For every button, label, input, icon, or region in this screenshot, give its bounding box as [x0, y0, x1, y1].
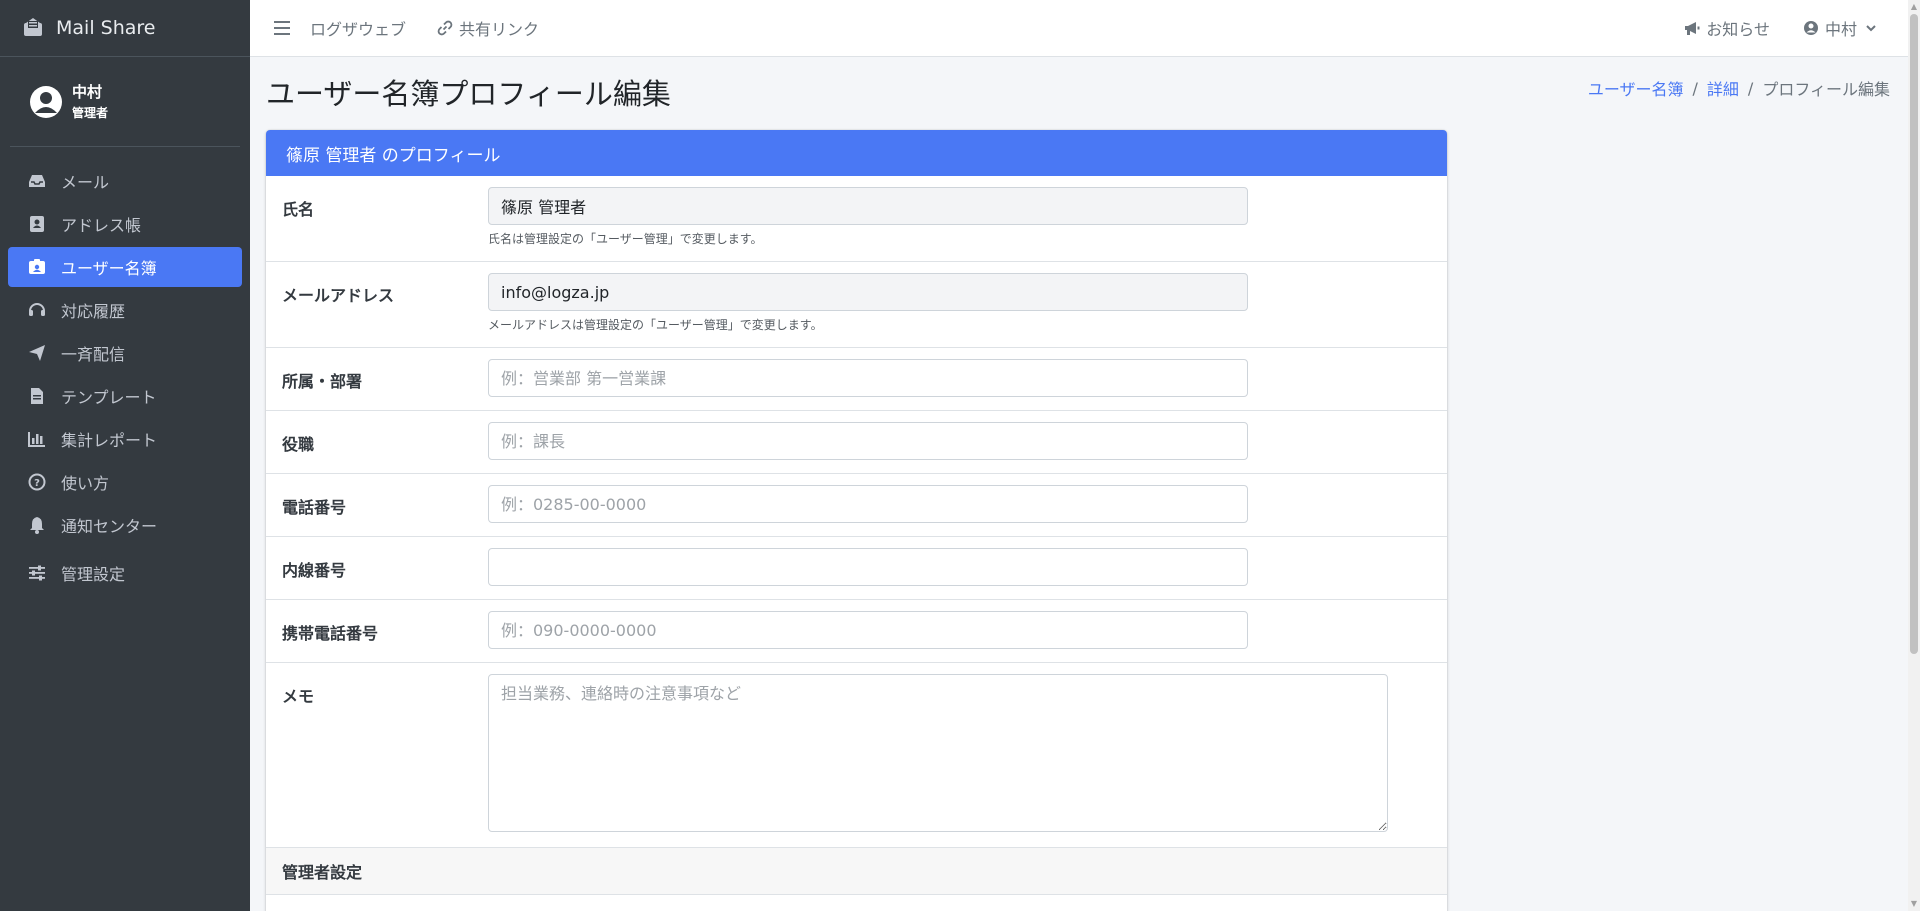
mobile-input[interactable] — [488, 611, 1248, 649]
id-badge-icon — [27, 257, 47, 277]
form-row-name: 氏名 氏名は管理設定の「ユーザー管理」で変更します。 — [266, 176, 1447, 262]
email-label: メールアドレス — [282, 286, 395, 305]
brand-name: Mail Share — [56, 17, 156, 39]
paper-plane-icon — [27, 343, 47, 363]
address-book-icon — [27, 214, 47, 234]
phone-input[interactable] — [488, 485, 1248, 523]
form-row-position: 役職 — [266, 411, 1447, 474]
user-name: 中村 — [72, 82, 103, 101]
sidebar-item-label: 使い方 — [61, 474, 110, 493]
topbar-link-shared-link[interactable]: 共有リンク — [436, 16, 539, 40]
breadcrumb-separator: / — [1692, 78, 1698, 98]
sidebar-item-user-directory[interactable]: ユーザー名簿 — [8, 247, 242, 287]
extension-label: 内線番号 — [282, 561, 347, 580]
sidebar: Mail Share 中村 管理者 メール アドレス帳 ユーザー名簿 対応履歴 — [0, 0, 250, 911]
admin-settings-section-header: 管理者設定 — [266, 847, 1447, 895]
name-label: 氏名 — [282, 200, 315, 219]
shared-link-label: 共有リンク — [459, 20, 540, 39]
breadcrumb-detail[interactable]: 詳細 — [1707, 76, 1739, 100]
department-label: 所属・部署 — [282, 372, 363, 391]
department-input[interactable] — [488, 359, 1248, 397]
scroll-down-arrow-icon[interactable]: ▼ — [1910, 899, 1918, 909]
sidebar-item-label: 通知センター — [61, 517, 158, 536]
profile-card: 篠原 管理者 のプロフィール 氏名 氏名は管理設定の「ユーザー管理」で変更します… — [266, 130, 1447, 911]
scroll-up-arrow-icon[interactable]: ▲ — [1910, 2, 1918, 12]
form-row-email: メールアドレス メールアドレスは管理設定の「ユーザー管理」で変更します。 — [266, 262, 1447, 348]
breadcrumb-current: プロフィール編集 — [1762, 80, 1890, 99]
user-role: 管理者 — [72, 105, 109, 120]
sidebar-item-howto[interactable]: ? 使い方 — [8, 462, 242, 502]
sidebar-item-label: テンプレート — [61, 388, 157, 407]
breadcrumb-user-directory[interactable]: ユーザー名簿 — [1588, 76, 1684, 100]
inbox-icon — [27, 171, 47, 191]
svg-text:?: ? — [34, 478, 40, 489]
sidebar-item-label: アドレス帳 — [61, 216, 142, 235]
breadcrumb: ユーザー名簿 / 詳細 / プロフィール編集 — [1588, 76, 1890, 100]
form-row-department: 所属・部署 — [266, 348, 1447, 411]
sidebar-item-notifications[interactable]: 通知センター — [8, 505, 242, 545]
notice-label: お知らせ — [1706, 20, 1770, 39]
topbar: ログザウェブ 共有リンク お知らせ 中村 — [250, 0, 1908, 57]
user-circle-icon — [1802, 19, 1820, 37]
megaphone-icon — [1683, 19, 1701, 37]
form-row-extension: 内線番号 — [266, 537, 1447, 600]
sidebar-item-report[interactable]: 集計レポート — [8, 419, 242, 459]
sidebar-item-label: メール — [61, 173, 110, 192]
memo-label: メモ — [282, 687, 315, 706]
main-content: ユーザー名簿プロフィール編集 ユーザー名簿 / 詳細 / プロフィール編集 篠原… — [250, 57, 1908, 911]
sidebar-item-template[interactable]: テンプレート — [8, 376, 242, 416]
user-menu-label: 中村 — [1824, 20, 1857, 39]
link-icon — [436, 19, 454, 37]
form-row-phone: 電話番号 — [266, 474, 1447, 537]
form-row-mobile: 携帯電話番号 — [266, 600, 1447, 663]
extension-input[interactable] — [488, 548, 1248, 586]
sidebar-item-label: 管理設定 — [61, 565, 126, 584]
breadcrumb-separator: / — [1747, 78, 1754, 98]
mail-share-logo-icon — [22, 17, 44, 39]
chevron-down-icon — [1862, 19, 1880, 37]
menu-toggle-icon[interactable] — [272, 18, 292, 38]
sidebar-item-label: 一斉配信 — [61, 345, 126, 364]
topbar-link-logzaweb[interactable]: ログザウェブ — [310, 16, 406, 40]
name-field[interactable] — [488, 187, 1248, 225]
name-help-text: 氏名は管理設定の「ユーザー管理」で変更します。 — [488, 232, 763, 246]
question-circle-icon: ? — [27, 472, 47, 492]
sidebar-item-label: 集計レポート — [61, 431, 158, 450]
position-label: 役職 — [282, 435, 315, 454]
file-icon — [27, 386, 47, 406]
sidebar-item-label: ユーザー名簿 — [61, 259, 157, 278]
sliders-icon — [27, 563, 47, 583]
phone-label: 電話番号 — [282, 498, 347, 517]
notice-button[interactable]: お知らせ — [1683, 16, 1770, 40]
memo-textarea[interactable] — [488, 674, 1388, 832]
user-panel[interactable]: 中村 管理者 — [10, 57, 240, 147]
chart-bar-icon — [27, 429, 47, 449]
sidebar-item-admin-settings[interactable]: 管理設定 — [8, 553, 242, 593]
sidebar-item-mail[interactable]: メール — [8, 161, 242, 201]
email-help-text: メールアドレスは管理設定の「ユーザー管理」で変更します。 — [488, 318, 823, 332]
scrollbar-thumb[interactable] — [1910, 14, 1918, 654]
vertical-scrollbar[interactable]: ▲ ▼ — [1908, 0, 1920, 911]
user-avatar-icon — [30, 85, 62, 118]
bell-icon — [27, 515, 47, 535]
page-title: ユーザー名簿プロフィール編集 — [266, 77, 671, 111]
sidebar-item-address-book[interactable]: アドレス帳 — [8, 204, 242, 244]
sidebar-item-history[interactable]: 対応履歴 — [8, 290, 242, 330]
sidebar-item-broadcast[interactable]: 一斉配信 — [8, 333, 242, 373]
email-field[interactable] — [488, 273, 1248, 311]
form-row-memo: メモ — [266, 663, 1447, 847]
position-input[interactable] — [488, 422, 1248, 460]
brand[interactable]: Mail Share — [0, 0, 250, 57]
headset-icon — [27, 300, 47, 320]
sidebar-item-label: 対応履歴 — [61, 302, 126, 321]
mobile-label: 携帯電話番号 — [282, 624, 379, 643]
user-menu-dropdown[interactable]: 中村 — [1802, 16, 1880, 40]
card-header: 篠原 管理者 のプロフィール — [266, 130, 1447, 176]
sidebar-nav: メール アドレス帳 ユーザー名簿 対応履歴 一斉配信 テンプレート 集計レポート… — [0, 147, 250, 593]
